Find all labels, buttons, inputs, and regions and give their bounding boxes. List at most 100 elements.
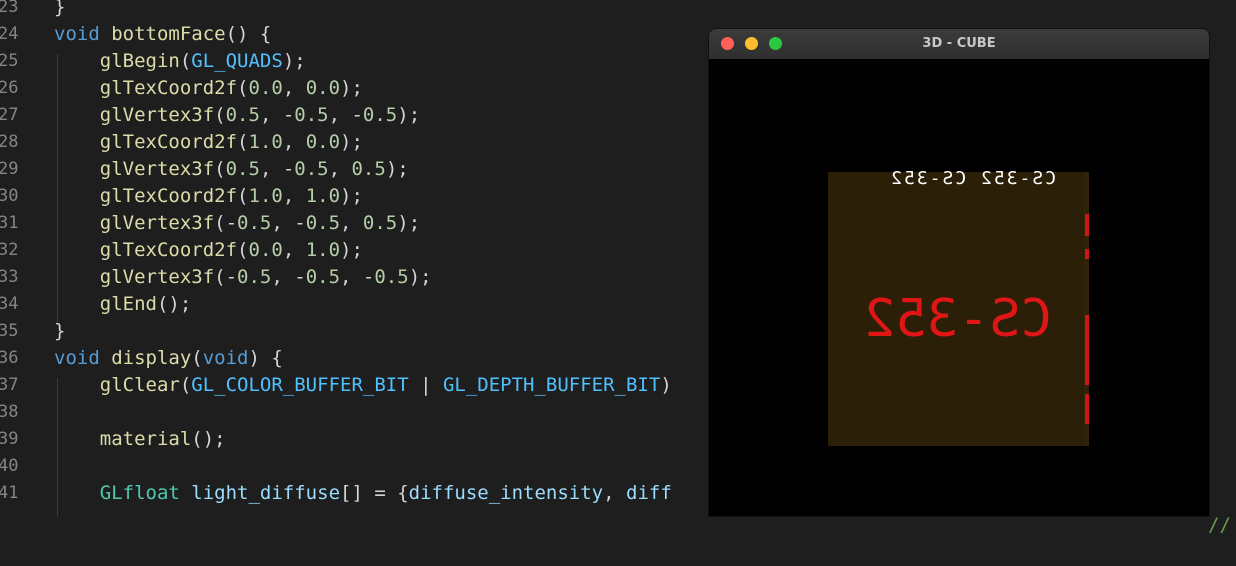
code-token: glVertex3f [99,104,215,126]
code-token: 1.0 [305,239,341,261]
code-token: ( [237,185,249,207]
line-number: 33 [0,267,19,287]
line-number: 27 [0,105,19,125]
code-token: ); [340,239,363,261]
code-token: glVertex3f [99,212,215,234]
window-title: 3D - CUBE [922,36,996,51]
trailing-comment: // [1208,514,1231,536]
code-token: , - [340,266,375,288]
code-token: , [282,239,306,261]
code-token: 0.0 [305,77,341,99]
code-token: ); [397,104,421,126]
code-token: , - [328,104,363,126]
code-token: ( [214,104,226,126]
line-number: 30 [0,186,19,206]
code-text: glBegin(GL_QUADS); [54,48,306,75]
code-token: ) { [248,347,283,369]
line-number: 34 [0,294,19,314]
code-text: glTexCoord2f(0.0, 1.0); [54,237,363,264]
code-token: ( [179,374,192,396]
code-token: 0.0 [248,239,283,261]
code-token: 0.5 [237,212,272,234]
code-token: ( [237,131,249,153]
code-token: material [99,428,192,450]
line-number: 39 [0,429,19,449]
code-token: glTexCoord2f [99,131,238,153]
code-token: (- [214,212,238,234]
code-token: (); [156,293,192,315]
window-titlebar[interactable]: 3D - CUBE [709,29,1209,59]
code-token: glVertex3f [99,266,215,288]
code-token: 0.5 [305,212,341,234]
code-token: ( [237,239,249,261]
code-token: display [111,347,192,369]
code-token: ); [408,266,432,288]
code-token: , - [259,104,295,126]
code-token: glTexCoord2f [99,77,238,99]
code-token: ); [340,131,363,153]
side-texture-mark [1085,214,1089,236]
code-token: 0.5 [305,266,341,288]
code-token: 0.5 [362,104,398,126]
line-number: 32 [0,240,19,260]
code-token: ( [214,158,226,180]
code-token: ( [179,50,192,72]
code-token: GL_COLOR_BUFFER_BIT [191,374,409,396]
code-token: 1.0 [248,185,283,207]
code-token: ); [385,158,409,180]
code-token: } [54,320,66,342]
code-text: glTexCoord2f(0.0, 0.0); [54,75,363,102]
code-token: | [408,374,443,396]
line-number: 29 [0,159,19,179]
code-token: , [282,77,306,99]
code-token: () { [225,23,272,45]
code-token: , [282,131,306,153]
code-token: bottomFace [111,23,226,45]
code-text: void bottomFace() { [54,21,271,48]
code-token: (- [214,266,238,288]
cube-top-texture-text: CS-352 CS-352 [889,170,1056,188]
code-token: 0.5 [225,158,260,180]
code-token: } [54,0,66,18]
code-token: 0.5 [362,212,398,234]
code-text: glEnd(); [54,291,192,318]
code-token: , [328,158,352,180]
code-token: , - [271,266,306,288]
side-texture-mark [1085,315,1089,385]
code-token: 0.0 [305,131,341,153]
side-texture-mark [1085,249,1089,259]
cube-app-window[interactable]: 3D - CUBE CS-352 CS-352 CS-352 [709,29,1209,516]
code-token: , [340,212,363,234]
code-token: 0.5 [294,158,329,180]
code-token: 1.0 [305,185,341,207]
code-text: glVertex3f(-0.5, -0.5, 0.5); [54,210,420,237]
code-text: glVertex3f(0.5, -0.5, -0.5); [54,102,420,129]
line-number: 38 [0,402,19,422]
code-line[interactable]: 23} [0,0,1236,21]
code-token: 0.5 [237,266,272,288]
code-text: glTexCoord2f(1.0, 1.0); [54,183,363,210]
code-text: void display(void) { [54,345,283,372]
code-token: glTexCoord2f [99,185,238,207]
gl-viewport[interactable]: CS-352 CS-352 CS-352 [709,59,1209,516]
code-token: , - [271,212,306,234]
code-token: glBegin [99,50,180,72]
line-number: 28 [0,132,19,152]
code-token: glClear [99,374,180,396]
line-number: 25 [0,51,19,71]
code-token: ) [660,374,672,396]
code-token: 0.5 [225,104,260,126]
line-number: 24 [0,24,19,44]
